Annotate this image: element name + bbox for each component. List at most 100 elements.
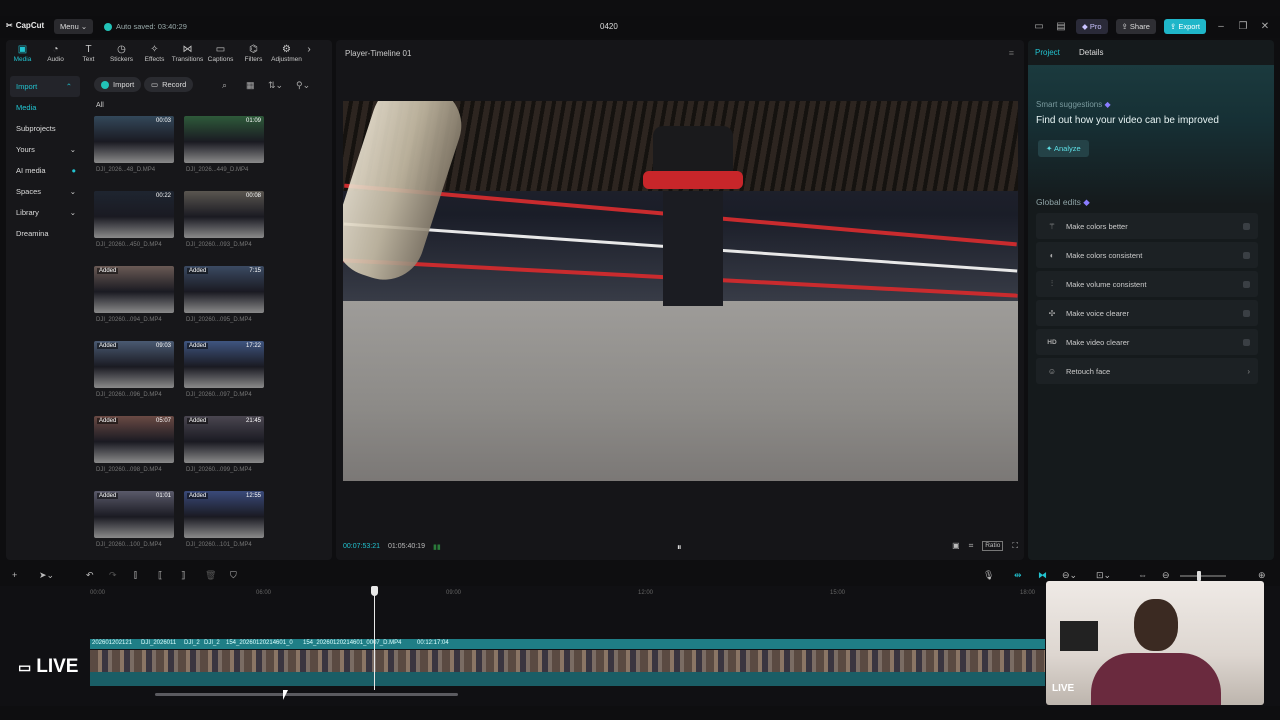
tab-effects[interactable]: ✧ Effects [138,40,171,68]
import-button[interactable]: Import [94,77,142,92]
fighter-legs [663,191,723,306]
media-thumbnail[interactable]: 7:15 Added DJI_20260...095_D.MP4 [184,266,264,326]
layout-icon[interactable]: ▭ [1032,21,1046,32]
tab-captions[interactable]: ▭ Captions [204,40,237,68]
toggle[interactable] [1243,280,1250,288]
zoom-out-icon[interactable]: ⊖ [1162,570,1170,581]
microphone-icon[interactable]: 🎙 [983,570,994,581]
sidebar-item-import[interactable]: Import ⌃ [10,76,80,97]
media-thumbnail[interactable]: 12:55 Added DJI_20260...101_D.MP4 [184,491,264,551]
edit-make-video-clearer[interactable]: HD Make video clearer [1036,329,1258,355]
webcam-overlay: LIVE [1046,581,1264,705]
tab-adjustment[interactable]: ⚙ Adjustmen [270,40,303,68]
video-preview[interactable] [343,101,1018,481]
menu-button[interactable]: Menu ⌄ [54,19,94,34]
close-icon[interactable]: ✕ [1258,21,1272,32]
pause-icon[interactable]: ⏸ [677,542,682,553]
filter-icon[interactable]: ⚲⌄ [296,80,310,91]
player-menu-icon[interactable]: ≡ [1009,48,1014,58]
link-icon[interactable]: ⇹ [1014,570,1022,581]
share-button[interactable]: ⇪ Share [1115,19,1156,34]
ratio-button[interactable]: Ratio [982,541,1004,551]
redo-icon[interactable]: ↷ [109,570,117,581]
search-icon[interactable]: ⌕ [222,80,227,91]
thumbnail-image: Added [94,266,174,313]
media-thumbnail[interactable]: Added DJI_20260...094_D.MP4 [94,266,174,326]
media-thumbnail[interactable]: 00:03 DJI_2026...48_D.MP4 [94,116,174,176]
edit-make-colors-consistent[interactable]: ◐ Make colors consistent [1036,242,1258,268]
shortcut-icon[interactable]: ▤ [1054,21,1068,32]
thumbnail-filename: DJI_20260...450_D.MP4 [96,242,162,248]
toggle[interactable] [1243,338,1250,346]
preview-axis-icon[interactable]: ⊖⌄ [1062,570,1077,581]
project-title[interactable]: 0420 [600,22,618,31]
media-thumbnail[interactable]: 05:07 Added DJI_20260...098_D.MP4 [94,416,174,476]
edit-retouch-face[interactable]: ☺ Retouch face › [1036,358,1258,384]
media-thumbnail[interactable]: 21:45 Added DJI_20260...099_D.MP4 [184,416,264,476]
analyze-button[interactable]: ✦ Analyze [1038,140,1089,157]
crop-icon[interactable]: ⌗ [969,541,974,551]
ring-floor [343,301,1018,481]
sidebar-item-yours[interactable]: Yours ⌄ [6,139,84,160]
media-panel: ▣ Media ◔ Audio T Text ◷ Stickers ✧ Effects ⋈… [6,40,332,560]
more-tools-chevron-icon[interactable]: › [303,40,315,68]
tab-details[interactable]: Details [1079,48,1103,57]
toggle[interactable] [1243,309,1250,317]
tab-transitions[interactable]: ⋈ Transitions [171,40,204,68]
audio-waveform[interactable] [90,672,1045,686]
sidebar-item-subprojects[interactable]: Subprojects [6,118,84,139]
sort-icon[interactable]: ⇅⌄ [268,80,283,91]
tab-text[interactable]: T Text [72,40,105,68]
split-left-icon[interactable]: ⟦ [158,570,162,581]
pro-button[interactable]: ◆ Pro [1076,19,1108,34]
tab-stickers[interactable]: ◷ Stickers [105,40,138,68]
filter-all[interactable]: All [96,102,104,109]
edit-make-volume-consistent[interactable]: ⫶ Make volume consistent [1036,271,1258,297]
marker-icon[interactable]: ⛉ [230,570,237,581]
tab-filters[interactable]: ⌬ Filters [237,40,270,68]
media-thumbnail[interactable]: 00:22 DJI_20260...450_D.MP4 [94,191,174,251]
select-tool-icon[interactable]: ➤⌄ [39,570,54,581]
caption-icon[interactable]: ⊡⌄ [1096,570,1111,581]
media-thumbnail[interactable]: 00:08 DJI_20260...093_D.MP4 [184,191,264,251]
fit-timeline-icon[interactable]: ⇔ [1138,570,1147,580]
timeline-scrollbar[interactable] [155,693,458,696]
split-icon[interactable]: ⫿ [134,570,137,581]
fullscreen-icon[interactable]: ⛶ [1012,541,1018,551]
media-thumbnail[interactable]: 01:01 Added DJI_20260...100_D.MP4 [94,491,174,551]
fit-icon[interactable]: ▣ [952,541,960,551]
magnet-icon[interactable]: ⧓ [1038,570,1047,581]
media-thumbnail[interactable]: 09:03 Added DJI_20260...096_D.MP4 [94,341,174,401]
ruler-tick: 12:00 [638,590,654,596]
playhead[interactable] [374,588,375,690]
tab-media[interactable]: ▣ Media [6,40,39,68]
media-thumbnail[interactable]: 17:22 Added DJI_20260...097_D.MP4 [184,341,264,401]
sidebar-item-dreamina[interactable]: Dreamina [6,223,84,244]
video-clip-strip[interactable] [90,650,1045,672]
grid-view-icon[interactable]: ▦ [246,80,255,91]
delete-icon[interactable]: 🗑 [205,570,216,581]
sidebar-item-media[interactable]: Media [6,97,84,118]
toggle[interactable] [1243,251,1250,259]
thumbnail-duration: 09:03 [155,343,171,349]
tab-audio[interactable]: ◔ Audio [39,40,72,68]
edit-make-voice-clearer[interactable]: ✣ Make voice clearer [1036,300,1258,326]
export-button[interactable]: ⇪ Export [1163,19,1206,34]
media-thumbnail[interactable]: 01:09 DJI_2026...449_D.MP4 [184,116,264,176]
zoom-in-icon[interactable]: ⊕ [1258,570,1266,581]
record-button[interactable]: ▭ Record [144,77,194,92]
sidebar-item-ai-media[interactable]: AI media ● [6,160,84,181]
zoom-slider-handle[interactable] [1197,571,1201,581]
minimize-icon[interactable]: – [1214,21,1228,32]
webcam-background-tv [1060,621,1098,651]
restore-icon[interactable]: ❐ [1236,21,1250,32]
edit-make-colors-better[interactable]: ⚚ Make colors better [1036,213,1258,239]
sidebar-item-library[interactable]: Library ⌄ [6,202,84,223]
add-track-icon[interactable]: + [12,570,17,580]
split-right-icon[interactable]: ⟧ [181,570,185,581]
zoom-slider[interactable] [1180,575,1226,577]
toggle[interactable] [1243,222,1250,230]
undo-icon[interactable]: ↶ [86,570,94,581]
sidebar-item-spaces[interactable]: Spaces ⌄ [6,181,84,202]
tab-project[interactable]: Project [1035,48,1060,57]
